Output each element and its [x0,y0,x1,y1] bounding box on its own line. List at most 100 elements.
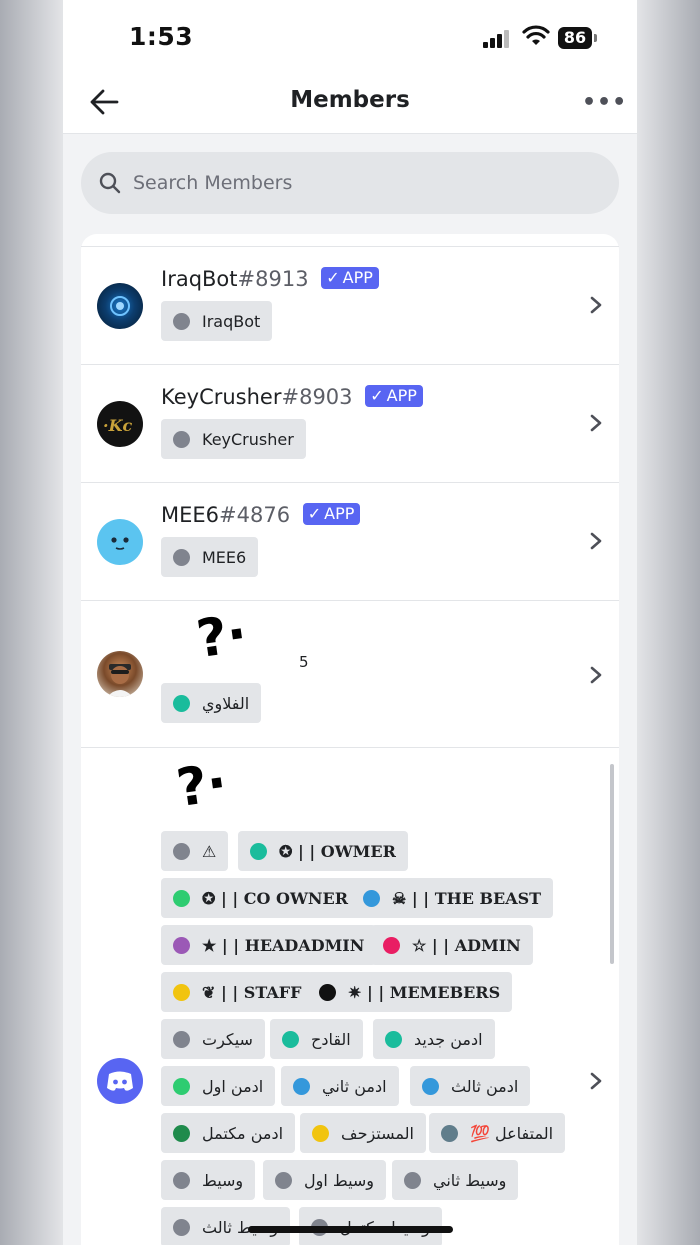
member-discriminator: #8913 [237,267,309,291]
chevron-right-icon[interactable] [589,1071,603,1091]
role-color-dot [173,430,190,448]
role-color-dot [385,1030,402,1048]
redaction-mark: ?· [173,752,231,820]
role-color-dot [383,936,400,954]
member-username: IraqBot [161,267,238,291]
member-row[interactable]: ?· ⚠ ✪ | | OWMER ✪ | | CO OWNER ☠ | | TH… [81,747,619,1245]
role-color-dot [282,1030,299,1048]
redaction-mark: ?· [193,603,251,671]
role-label: ☆ | | ADMIN [412,935,521,955]
role-label: ✪ | | CO OWNER [202,888,349,908]
role-pill[interactable]: وسيط اول [263,1160,387,1200]
role-label: ★ | | HEADADMIN [202,935,365,955]
role-color-dot [173,548,190,566]
role-pill[interactable]: ادمن مكتمل [161,1113,296,1153]
role-color-dot [173,312,190,330]
member-discriminator: #8903 [281,385,353,409]
role-color-dot [319,983,336,1001]
chevron-right-icon[interactable] [589,413,603,433]
role-label: ⚠ [202,841,217,861]
role-color-dot [173,694,190,712]
role-pill[interactable]: المستزحف [300,1113,426,1153]
role-color-dot [173,983,190,1001]
role-pill[interactable]: ⚠ [161,831,229,871]
role-color-dot [173,1124,190,1142]
battery-icon: 86 [558,27,592,49]
role-color-dot [441,1124,458,1142]
role-label: ادمن اول [202,1076,264,1096]
role-pill[interactable]: ✷ | | MEMEBERS [307,972,513,1012]
member-row[interactable]: MEE6#4876 ✓ APP MEE6 [81,482,619,600]
avatar [97,283,143,329]
role-pill[interactable]: ☠ | | THE BEAST [351,878,554,918]
members-list[interactable]: IraqBot#8913 ✓ APP IraqBot ·Kc KeyCrusher… [81,234,619,1245]
role-pill[interactable]: MEE6 [161,537,259,577]
home-indicator[interactable] [248,1226,453,1233]
search-icon [99,172,121,194]
role-label: ادمن ثالث [451,1076,519,1096]
member-name: IraqBot#8913 ✓ APP [161,267,379,291]
check-icon: ✓ [370,386,384,405]
role-color-dot [312,1124,329,1142]
role-pill[interactable]: ✪ | | CO OWNER [161,878,361,918]
role-pill[interactable]: ادمن جديد [373,1019,495,1059]
role-label: ✪ | | OWMER [279,841,396,861]
member-row[interactable]: IraqBot#8913 ✓ APP IraqBot [81,246,619,364]
role-color-dot [404,1171,421,1189]
check-icon: ✓ [326,268,340,287]
role-label: سيكرت [202,1029,253,1049]
check-icon: ✓ [307,504,322,523]
role-label: IraqBot [202,311,261,331]
avatar [97,519,143,565]
role-pill[interactable]: ادمن ثاني [281,1066,399,1106]
role-pill[interactable]: KeyCrusher [161,419,306,459]
role-label: المستزحف [341,1123,414,1143]
role-color-dot [173,1077,190,1095]
member-row[interactable]: ?· 5 الفلاوي [81,600,619,747]
role-label: ادمن جديد [414,1029,483,1049]
role-label: MEE6 [202,547,247,567]
app-badge: ✓ APP [321,267,379,289]
page-title: Members [290,87,410,113]
cellular-signal-icon [483,30,511,48]
role-pill[interactable]: ادمن ثالث [410,1066,531,1106]
role-color-dot [173,1171,190,1189]
role-label: وسيط [202,1170,244,1190]
role-color-dot [173,842,190,860]
role-pill[interactable]: ☆ | | ADMIN [371,925,533,965]
role-pill[interactable]: 💯 المتفاعل [429,1113,566,1153]
app-badge-label: APP [386,386,417,405]
role-color-dot [173,1030,190,1048]
role-pill[interactable]: ❦ | | STAFF [161,972,314,1012]
discord-avatar [97,1058,143,1104]
phone-screen: 1:53 86 Members ••• Search Members IraqB… [63,0,637,1245]
status-time: 1:53 [129,22,194,51]
role-color-dot [250,842,267,860]
role-pill[interactable]: القادح [270,1019,363,1059]
battery-tip [594,34,597,42]
member-name: KeyCrusher#8903 ✓ APP [161,385,423,409]
role-label: وسيط ثاني [433,1170,507,1190]
role-pill[interactable]: سيكرت [161,1019,265,1059]
app-badge-label: APP [324,504,355,523]
role-color-dot [173,889,190,907]
more-horizontal-icon[interactable]: ••• [582,90,627,115]
scrollbar[interactable] [610,764,614,964]
role-pill[interactable]: وسيط [161,1160,256,1200]
chevron-right-icon[interactable] [589,295,603,315]
role-pill[interactable]: ✪ | | OWMER [238,831,408,871]
chevron-right-icon[interactable] [589,531,603,551]
avatar [97,651,143,697]
member-row[interactable]: ·Kc KeyCrusher#8903 ✓ APP KeyCrusher [81,364,619,482]
role-pill[interactable]: الفلاوي [161,683,262,723]
search-bar[interactable] [81,152,619,214]
member-name: MEE6#4876 ✓ APP [161,503,361,527]
search-input[interactable] [133,152,593,214]
role-pill[interactable]: IraqBot [161,301,273,341]
svg-text:·Kc: ·Kc [103,416,132,435]
role-pill[interactable]: ادمن اول [161,1066,276,1106]
role-label: وسيط اول [304,1170,375,1190]
role-pill[interactable]: وسيط ثاني [392,1160,519,1200]
role-pill[interactable]: ★ | | HEADADMIN [161,925,377,965]
chevron-right-icon[interactable] [589,665,603,685]
